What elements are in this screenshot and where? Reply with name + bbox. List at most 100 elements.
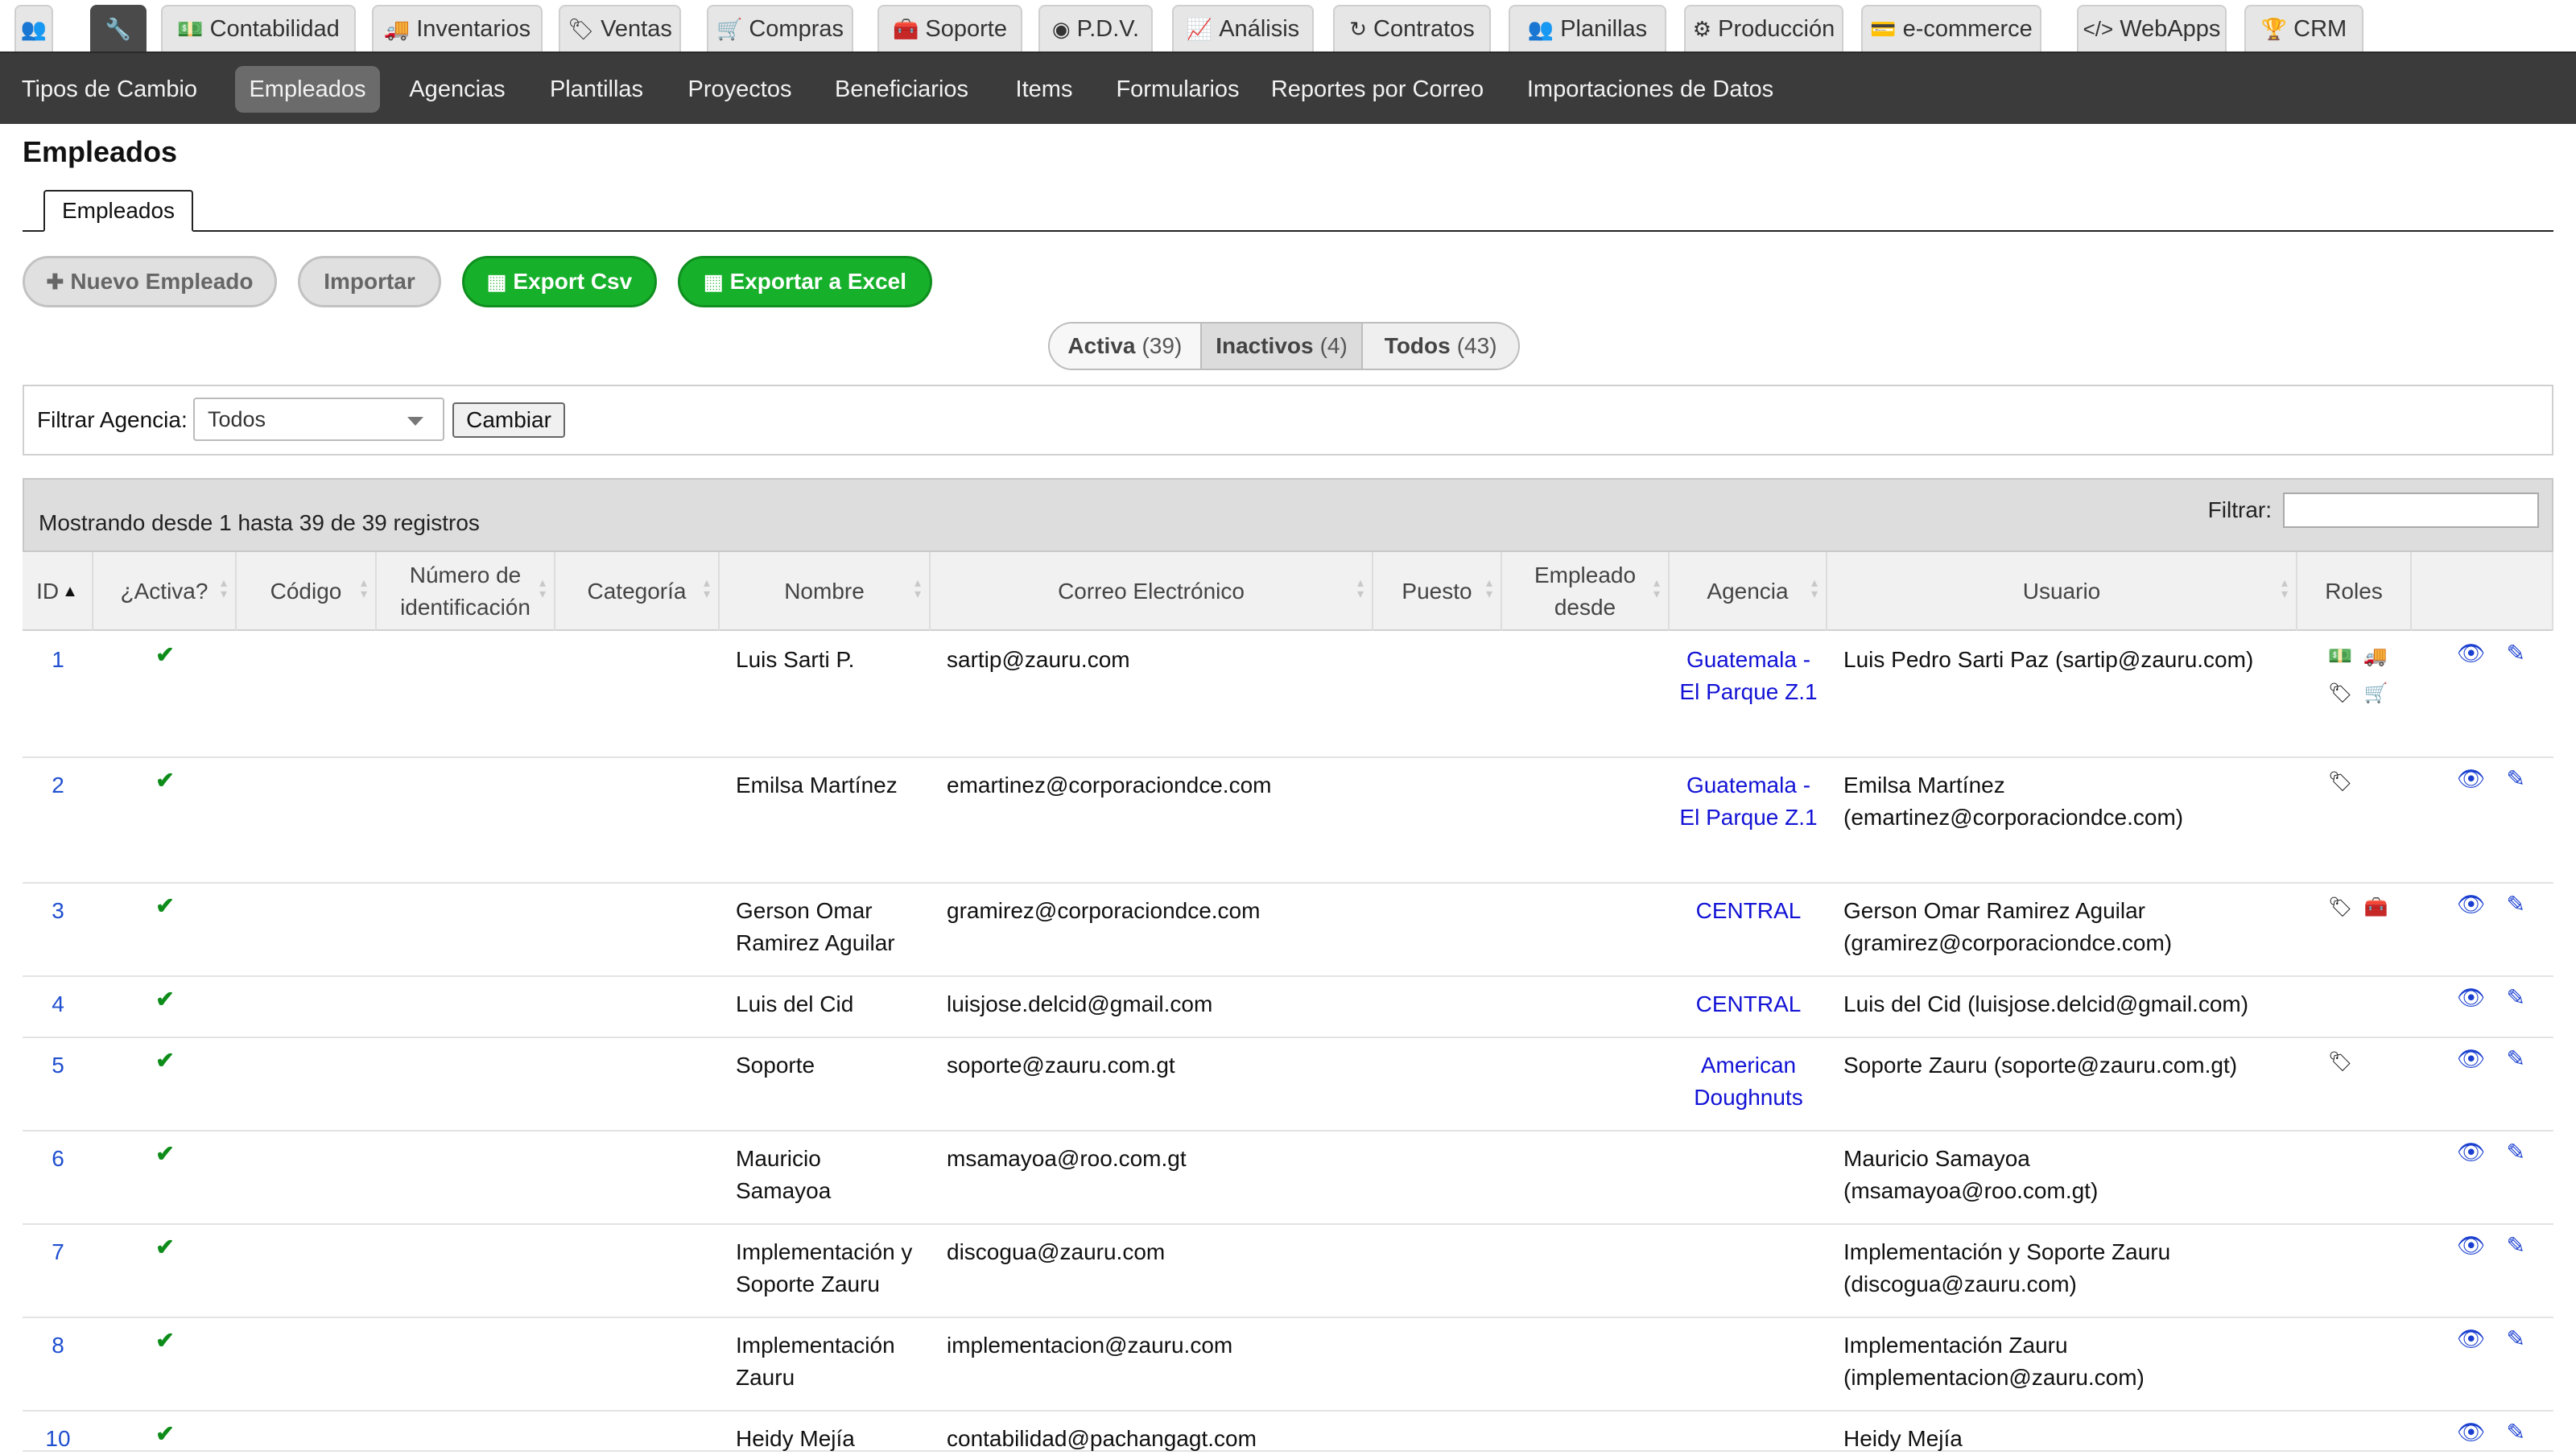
column-header-usuario[interactable]: Usuario ▴ ▾: [1827, 552, 2297, 631]
status-inactivos[interactable]: Inactivos (4): [1201, 324, 1364, 369]
user-cell: Mauricio Samayoa (msamayoa@roo.com.gt): [1843, 1146, 2099, 1203]
column-header-codigo[interactable]: Código ▴ ▾: [237, 552, 377, 631]
agency-select-value: Todos: [208, 406, 266, 431]
table-row: 3 ✔ Gerson Omar Ramirez Aguilar gramirez@co…: [23, 884, 2553, 977]
import-label: Importar: [324, 269, 415, 294]
module-tab-soporte[interactable]: 🧰 Soporte: [877, 5, 1022, 52]
module-tab-wrench[interactable]: 🔧: [90, 5, 147, 52]
table-filter-input[interactable]: [2283, 493, 2539, 528]
employee-id-link[interactable]: 1: [23, 644, 93, 676]
employee-id-link[interactable]: 8: [23, 1329, 93, 1362]
module-tab-e-commerce[interactable]: 💳 e-commerce: [1861, 5, 2041, 52]
employee-id-link[interactable]: 5: [23, 1049, 93, 1082]
employee-id-link[interactable]: 3: [23, 895, 93, 927]
user-cell: Luis Pedro Sarti Paz (sartip@zauru.com): [1843, 647, 2254, 672]
subnav-item-plantillas[interactable]: Plantillas: [536, 66, 657, 113]
column-header-label: Número de identificación: [400, 563, 530, 620]
eye-icon[interactable]: 👁: [2457, 637, 2486, 670]
subnav-item-tipos-de-cambio[interactable]: Tipos de Cambio: [13, 66, 206, 113]
eye-icon[interactable]: 👁: [2457, 1043, 2486, 1075]
edit-icon[interactable]: ✎: [2507, 982, 2525, 1014]
eye-icon[interactable]: 👁: [2457, 1136, 2486, 1169]
module-tab-inventarios[interactable]: 🚚 Inventarios: [372, 5, 543, 52]
table-row: 5 ✔ Soporte soporte@zauru.com.gt American Do…: [23, 1038, 2553, 1131]
status-label: Todos: [1384, 333, 1451, 358]
module-tab-contratos[interactable]: ↻ Contratos: [1333, 5, 1491, 52]
column-header-activa[interactable]: ¿Activa? ▴ ▾: [93, 552, 237, 631]
module-tab-crm[interactable]: 🏆 CRM: [2244, 5, 2363, 52]
check-icon: ✔: [155, 1328, 175, 1353]
subnav-item-reportes-por-correo[interactable]: Reportes por Correo: [1262, 66, 1492, 113]
money-icon: 💵: [2328, 645, 2352, 667]
status-todos[interactable]: Todos (43): [1363, 324, 1518, 369]
edit-icon[interactable]: ✎: [2507, 1136, 2525, 1169]
active-cell: ✔: [109, 639, 221, 671]
eye-icon[interactable]: 👁: [2457, 1416, 2486, 1449]
module-tab-label: Análisis: [1219, 15, 1300, 42]
eye-icon[interactable]: 👁: [2457, 1230, 2486, 1262]
subnav-item-importaciones-de-datos[interactable]: Importaciones de Datos: [1512, 66, 1789, 113]
eye-icon[interactable]: 👁: [2457, 888, 2486, 921]
column-header-numero-de-identificacion[interactable]: Número de identificación ▴ ▾: [377, 552, 555, 631]
edit-icon[interactable]: ✎: [2507, 888, 2525, 921]
column-header-agencia[interactable]: Agencia ▴ ▾: [1670, 552, 1827, 631]
agency-link[interactable]: CENTRAL: [1678, 895, 1819, 927]
edit-icon[interactable]: ✎: [2507, 763, 2525, 795]
agency-link[interactable]: CENTRAL: [1678, 988, 1819, 1020]
active-cell: ✔: [109, 1325, 221, 1357]
change-button[interactable]: Cambiar: [452, 402, 565, 438]
wrench-icon: 🔧: [105, 16, 132, 41]
column-header-nombre[interactable]: Nombre ▴ ▾: [720, 552, 931, 631]
column-header-correo-electronico[interactable]: Correo Electrónico ▴ ▾: [931, 552, 1373, 631]
row-action-group: 👁 ✎: [2457, 1230, 2566, 1262]
export-csv-button[interactable]: ▦ Export Csv: [462, 256, 657, 307]
module-tab-analisis[interactable]: 📈 Análisis: [1172, 5, 1314, 52]
eye-icon[interactable]: 👁: [2457, 982, 2486, 1014]
subnav-item-items[interactable]: Items: [997, 66, 1092, 113]
sort-icon: ▴ ▾: [2281, 576, 2288, 601]
row-action-group: 👁 ✎: [2457, 1416, 2566, 1449]
new-employee-button[interactable]: ✚ Nuevo Empleado: [23, 256, 277, 307]
subnav-item-formularios[interactable]: Formularios: [1108, 66, 1248, 113]
subnav-item-agencias[interactable]: Agencias: [394, 66, 520, 113]
records-info: Mostrando desde 1 hasta 39 de 39 registr…: [39, 510, 480, 535]
module-tab-produccion[interactable]: ⚙ Producción: [1684, 5, 1843, 52]
subnav-item-beneficiarios[interactable]: Beneficiarios: [823, 66, 980, 113]
module-tab-users[interactable]: 👥: [14, 5, 53, 52]
user-cell: Emilsa Martínez (emartinez@corporaciondc…: [1843, 773, 2184, 830]
column-header-puesto[interactable]: Puesto ▴ ▾: [1373, 552, 1502, 631]
column-header-categoria[interactable]: Categoría ▴ ▾: [555, 552, 720, 631]
module-tab-ventas[interactable]: 🏷 Ventas: [559, 5, 681, 52]
edit-icon[interactable]: ✎: [2507, 1323, 2525, 1355]
module-tab-planillas[interactable]: 👥 Planillas: [1509, 5, 1666, 52]
agency-link[interactable]: Guatemala - El Parque Z.1: [1678, 644, 1819, 708]
column-header-roles[interactable]: Roles: [2297, 552, 2412, 631]
employee-id-link[interactable]: 6: [23, 1143, 93, 1175]
import-button[interactable]: Importar: [298, 256, 441, 307]
employee-id-link[interactable]: 10: [23, 1423, 93, 1455]
agency-link[interactable]: American Doughnuts: [1678, 1049, 1819, 1114]
subnav-item-empleados[interactable]: Empleados: [235, 66, 380, 113]
agency-link[interactable]: Guatemala - El Parque Z.1: [1678, 769, 1819, 834]
column-header-id[interactable]: ID ▲: [23, 552, 93, 631]
employee-id-link[interactable]: 4: [23, 988, 93, 1020]
status-activa[interactable]: Activa (39): [1050, 324, 1202, 369]
eye-icon[interactable]: 👁: [2457, 763, 2486, 795]
module-tab-p-d-v[interactable]: ◉ P.D.V.: [1038, 5, 1153, 52]
edit-icon[interactable]: ✎: [2507, 1416, 2525, 1449]
module-tab-webapps[interactable]: </> WebApps: [2077, 5, 2227, 52]
eye-icon[interactable]: 👁: [2457, 1323, 2486, 1355]
subnav-item-proyectos[interactable]: Proyectos: [673, 66, 807, 113]
agency-select[interactable]: Todos: [193, 398, 444, 441]
column-header-empleado-desde[interactable]: Empleado desde ▴ ▾: [1502, 552, 1670, 631]
tab-empleados[interactable]: Empleados: [43, 190, 193, 232]
edit-icon[interactable]: ✎: [2507, 1043, 2525, 1075]
edit-icon[interactable]: ✎: [2507, 637, 2525, 670]
module-tab-contabilidad[interactable]: 💵 Contabilidad: [161, 5, 356, 52]
employee-id-link[interactable]: 2: [23, 769, 93, 802]
tab-underline: [23, 230, 2553, 232]
module-tab-compras[interactable]: 🛒 Compras: [707, 5, 853, 52]
employee-id-link[interactable]: 7: [23, 1236, 93, 1268]
export-excel-button[interactable]: ▦ Exportar a Excel: [678, 256, 932, 307]
edit-icon[interactable]: ✎: [2507, 1230, 2525, 1262]
